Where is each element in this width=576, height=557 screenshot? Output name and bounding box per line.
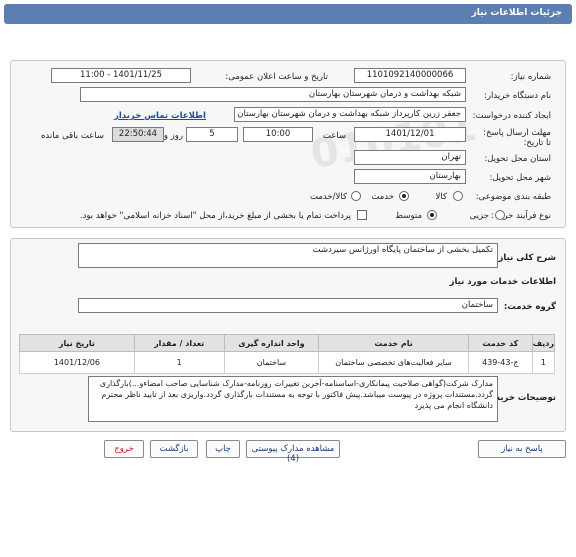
table-row: 1 ج-43-439 سایر فعالیت‌های تخصصی ساختمان… — [19, 351, 556, 374]
need-number-field: 1101092140000066 — [354, 68, 466, 83]
creator-label: ایجاد کننده درخواست: — [472, 111, 551, 121]
category-both-label: کالا/خدمت — [310, 192, 347, 202]
group-field: ساختمان — [78, 298, 498, 313]
category-radio-service[interactable] — [399, 191, 409, 201]
category-goods-label: کالا — [435, 192, 447, 202]
buyer-notes-field: مدارک شرکت(گواهی صلاحیت پیمانکاری-اساسنا… — [88, 376, 498, 422]
deadline-time-field: 10:00 — [243, 127, 313, 142]
back-button[interactable]: بازگشت — [150, 440, 198, 458]
page-title: جزئیات اطلاعات نیاز — [4, 4, 572, 24]
remaining-time-field: 22:50:44 — [112, 127, 164, 142]
contact-buyer-link[interactable]: اطلاعات تماس خریدار — [114, 111, 206, 121]
group-label: گروه خدمت: — [503, 302, 556, 312]
days-label: روز و — [163, 131, 183, 141]
buyer-label: نام دستگاه خریدار: — [484, 91, 551, 101]
cell-row: 1 — [531, 351, 556, 374]
col-date: تاریخ نیاز — [19, 334, 135, 352]
print-button[interactable]: چاپ — [206, 440, 240, 458]
col-name: نام خدمت — [318, 334, 469, 352]
remaining-label: ساعت باقی مانده — [40, 131, 104, 141]
time-label: ساعت — [322, 131, 346, 141]
process-radio-medium[interactable] — [427, 210, 437, 220]
deadline-label: مهلت ارسال پاسخ: تا تاریخ: — [483, 128, 551, 148]
process-minor-label: جزیی — [469, 211, 489, 221]
col-row: ردیف — [531, 334, 556, 352]
summary-label: شرح کلی نیاز: — [495, 253, 556, 263]
col-qty: تعداد / مقدار — [133, 334, 225, 352]
process-medium-label: متوسط — [395, 211, 422, 221]
announce-label: تاریخ و ساعت اعلان عمومی: — [225, 72, 328, 82]
category-radio-goods[interactable] — [453, 191, 463, 201]
category-service-label: خدمت — [371, 192, 394, 202]
process-radio-minor[interactable] — [495, 210, 505, 220]
province-field: تهران — [354, 150, 466, 165]
view-attachments-button[interactable]: مشاهده مدارک پیوستی (4) — [246, 440, 340, 464]
province-label: استان محل تحویل: — [484, 154, 551, 164]
city-field: بهارستان — [354, 169, 466, 184]
cell-name: سایر فعالیت‌های تخصصی ساختمان — [318, 351, 469, 374]
category-radio-both[interactable] — [351, 191, 361, 201]
summary-field: تکمیل بخشی از ساختمان پایگاه اورژانس سیر… — [78, 243, 498, 268]
cell-code: ج-43-439 — [467, 351, 533, 374]
col-code: کد خدمت — [467, 334, 533, 352]
table-header-row: ردیف کد خدمت نام خدمت واحد اندازه گیری ت… — [19, 334, 556, 352]
creator-field: جعفر زرین کارپرداز شبکه بهداشت و درمان ش… — [234, 107, 466, 122]
cell-qty: 1 — [133, 351, 225, 374]
col-unit: واحد اندازه گیری — [223, 334, 320, 352]
cell-date: 1401/12/06 — [19, 351, 135, 374]
cell-unit: ساختمان — [223, 351, 320, 374]
days-field: 5 — [186, 127, 238, 142]
reply-button[interactable]: پاسخ به نیاز — [478, 440, 566, 458]
category-label: طبقه بندی موضوعی: — [475, 192, 551, 202]
announce-field: 1401/11/25 - 11:00 — [51, 68, 191, 83]
services-table: ردیف کد خدمت نام خدمت واحد اندازه گیری ت… — [19, 334, 556, 374]
deadline-date-field: 1401/12/01 — [354, 127, 466, 142]
payment-checkbox[interactable] — [357, 210, 367, 220]
exit-button[interactable]: خروج — [104, 440, 144, 458]
buyer-field: شبکه بهداشت و درمان شهرستان بهارستان — [80, 87, 466, 102]
services-heading: اطلاعات خدمات مورد نیاز — [449, 277, 556, 287]
need-number-label: شماره نیاز: — [510, 72, 551, 82]
city-label: شهر محل تحویل: — [489, 173, 551, 183]
payment-note: پرداخت تمام یا بخشی از مبلغ خرید،از محل … — [79, 211, 351, 221]
